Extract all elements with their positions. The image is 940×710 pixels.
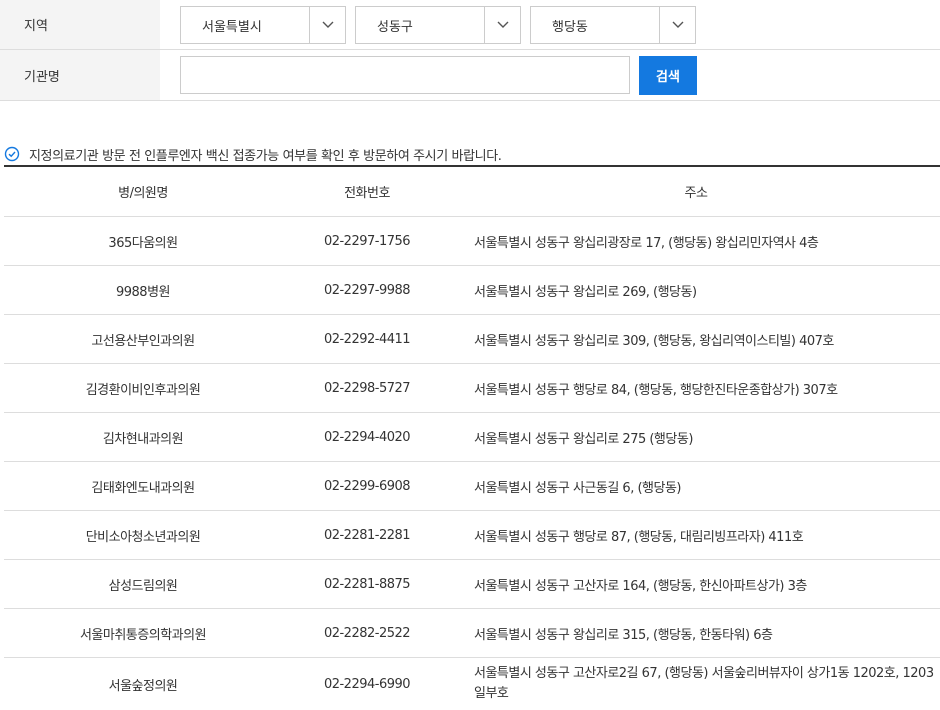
search-button[interactable]: 검색 <box>639 56 697 95</box>
notice-text: 지정의료기관 방문 전 인플루엔자 백신 접종가능 여부를 확인 후 방문하여 … <box>29 148 502 164</box>
hospital-address: 서울특별시 성동구 왕십리로 269, (행당동) <box>474 284 697 300</box>
table-row: 서울숲정의원 02-2294-6990 서울특별시 성동구 고산자로2길 67,… <box>4 658 940 710</box>
dong-select-value: 행당동 <box>552 19 588 35</box>
district-select[interactable]: 성동구 <box>355 6 521 44</box>
hospital-name: 서울숲정의원 <box>108 678 178 694</box>
table-row: 삼성드림의원 02-2281-8875 서울특별시 성동구 고산자로 164, … <box>4 560 940 609</box>
hospital-phone: 02-2299-6908 <box>323 478 411 494</box>
search-form: 지역 서울특별시 성동구 행당동 기관명 검색 <box>0 0 940 101</box>
hospital-phone: 02-2292-4411 <box>323 331 411 347</box>
hospital-address: 서울특별시 성동구 고산자로2길 67, (행당동) 서울숲리버뷰자이 상가1동… <box>474 666 934 701</box>
hospital-name: 김경환이비인후과의원 <box>85 382 201 398</box>
hospital-name: 김태화엔도내과의원 <box>91 480 195 496</box>
hospital-phone: 02-2281-8875 <box>323 576 411 592</box>
institution-row: 기관명 <box>0 50 940 101</box>
dong-select[interactable]: 행당동 <box>530 6 696 44</box>
hospital-address: 서울특별시 성동구 고산자로 164, (행당동, 한신아파트상가) 3층 <box>474 578 807 594</box>
hospital-name: 9988병원 <box>115 284 171 300</box>
hospital-name: 삼성드림의원 <box>108 578 178 594</box>
hospital-address: 서울특별시 성동구 왕십리로 275 (행당동) <box>474 431 693 447</box>
chevron-down-icon[interactable] <box>659 7 695 43</box>
institution-label: 기관명 <box>0 50 160 100</box>
header-phone: 전화번호 <box>344 186 390 201</box>
hospital-address: 서울특별시 성동구 행당로 84, (행당동, 행당한진타운종합상가) 307호 <box>474 382 838 398</box>
institution-name-input[interactable] <box>180 56 630 94</box>
header-address: 주소 <box>684 186 708 201</box>
hospital-address: 서울특별시 성동구 왕십리로 309, (행당동, 왕십리역이스티빌) 407호 <box>474 333 834 349</box>
hospital-address: 서울특별시 성동구 행당로 87, (행당동, 대림리빙프라자) 411호 <box>474 529 804 545</box>
table-row: 김차현내과의원 02-2294-4020 서울특별시 성동구 왕십리로 275 … <box>4 413 940 462</box>
chevron-down-icon[interactable] <box>484 7 520 43</box>
table-row: 고선용산부인과의원 02-2292-4411 서울특별시 성동구 왕십리로 30… <box>4 315 940 364</box>
hospital-name: 서울마취통증의학과의원 <box>79 627 207 643</box>
hospital-name: 고선용산부인과의원 <box>91 333 195 349</box>
hospital-address: 서울특별시 성동구 왕십리광장로 17, (행당동) 왕십리민자역사 4층 <box>474 235 819 251</box>
district-select-value: 성동구 <box>377 19 413 35</box>
check-circle-icon <box>4 146 20 162</box>
region-row: 지역 서울특별시 성동구 행당동 <box>0 0 940 50</box>
city-select[interactable]: 서울특별시 <box>180 6 346 44</box>
table-header: 병/의원명 전화번호 주소 <box>4 167 940 217</box>
hospital-phone: 02-2298-5727 <box>323 380 411 396</box>
table-row: 김경환이비인후과의원 02-2298-5727 서울특별시 성동구 행당로 84… <box>4 364 940 413</box>
hospital-phone: 02-2297-9988 <box>323 282 411 298</box>
hospital-name: 365다움의원 <box>108 235 178 251</box>
table-row: 단비소아청소년과의원 02-2281-2281 서울특별시 성동구 행당로 87… <box>4 511 940 560</box>
table-row: 김태화엔도내과의원 02-2299-6908 서울특별시 성동구 사근동길 6,… <box>4 462 940 511</box>
hospital-phone: 02-2294-4020 <box>323 429 411 445</box>
notice: 지정의료기관 방문 전 인플루엔자 백신 접종가능 여부를 확인 후 방문하여 … <box>4 143 502 165</box>
table-row: 365다움의원 02-2297-1756 서울특별시 성동구 왕십리광장로 17… <box>4 217 940 266</box>
hospital-address: 서울특별시 성동구 사근동길 6, (행당동) <box>474 480 681 496</box>
chevron-down-icon[interactable] <box>309 7 345 43</box>
table-row: 서울마취통증의학과의원 02-2282-2522 서울특별시 성동구 왕십리로 … <box>4 609 940 658</box>
table-row: 9988병원 02-2297-9988 서울특별시 성동구 왕십리로 269, … <box>4 266 940 315</box>
region-label: 지역 <box>0 0 160 49</box>
city-select-value: 서울특별시 <box>202 19 262 35</box>
page: 지역 서울특별시 성동구 행당동 기관명 검색 지정의료기관 방문 전 인플루엔… <box>0 0 940 710</box>
result-table: 병/의원명 전화번호 주소 365다움의원 02-2297-1756 서울특별시… <box>4 165 940 710</box>
hospital-phone: 02-2294-6990 <box>323 676 411 692</box>
hospital-name: 김차현내과의원 <box>102 431 184 447</box>
header-name: 병/의원명 <box>118 186 168 201</box>
hospital-phone: 02-2297-1756 <box>323 233 411 249</box>
hospital-phone: 02-2281-2281 <box>323 527 411 543</box>
hospital-address: 서울특별시 성동구 왕십리로 315, (행당동, 한동타워) 6층 <box>474 627 773 643</box>
hospital-phone: 02-2282-2522 <box>323 625 411 641</box>
hospital-name: 단비소아청소년과의원 <box>85 529 201 545</box>
